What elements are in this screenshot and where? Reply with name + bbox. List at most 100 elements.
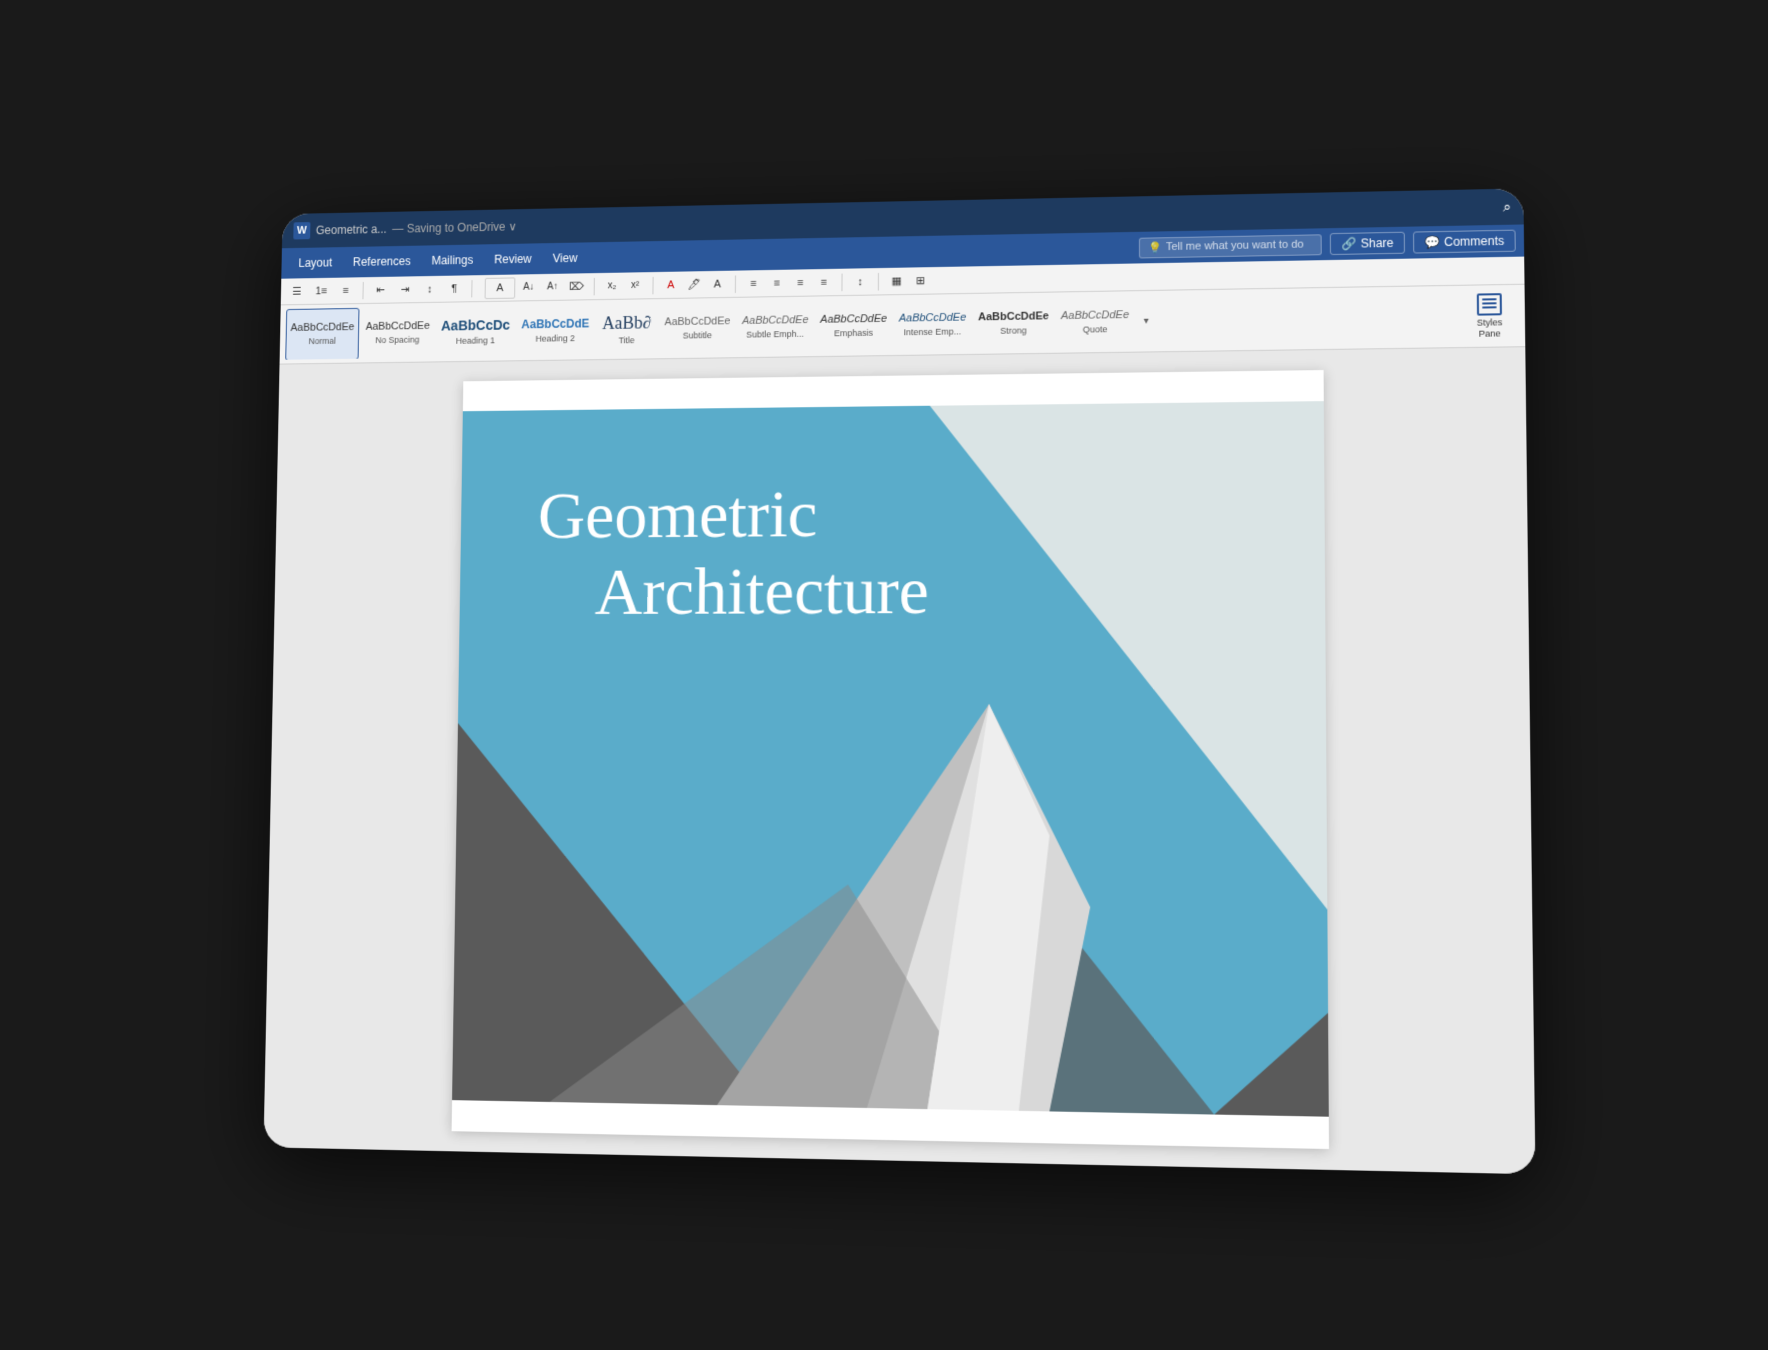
cover-title: Geometric Architecture bbox=[536, 474, 929, 630]
style-strong-preview: AaBbCcDdEe bbox=[978, 310, 1049, 324]
gallery-scroll-btn[interactable]: ▾ bbox=[1136, 294, 1156, 348]
title-bar-right: ⌕ bbox=[1503, 198, 1511, 215]
divider4 bbox=[652, 276, 653, 293]
align-left-btn[interactable]: ≡ bbox=[743, 273, 765, 295]
paragraph-btn[interactable]: ¶ bbox=[444, 278, 465, 299]
divider5 bbox=[735, 275, 736, 293]
tell-me-input[interactable]: 💡 Tell me what you want to do bbox=[1139, 234, 1322, 258]
word-icon: W bbox=[293, 222, 310, 239]
document-page: Geometric Architecture bbox=[452, 370, 1329, 1149]
align-group: ≡ ≡ ≡ ≡ bbox=[743, 271, 835, 294]
saving-status: — Saving to OneDrive ∨ bbox=[392, 220, 517, 236]
borders-btn[interactable]: ⊞ bbox=[909, 270, 931, 292]
device-frame: W Geometric a... — Saving to OneDrive ∨ … bbox=[263, 188, 1535, 1174]
style-heading1[interactable]: AaBbCcDc Heading 1 bbox=[436, 305, 515, 358]
divider1 bbox=[362, 282, 363, 299]
style-h2-preview: AaBbCcDdE bbox=[521, 317, 589, 332]
subscript-btn[interactable]: x₂ bbox=[601, 275, 622, 297]
style-strong-label: Strong bbox=[1000, 326, 1027, 336]
style-no-spacing[interactable]: AaBbCcDdEe No Spacing bbox=[360, 306, 435, 359]
shading-btn[interactable]: ▦ bbox=[886, 270, 908, 292]
title-line1: Geometric bbox=[537, 476, 817, 553]
style-emphasis-label: Emphasis bbox=[834, 328, 873, 338]
numbering-btn[interactable]: 1≡ bbox=[311, 280, 332, 301]
font-size-down[interactable]: A↓ bbox=[518, 277, 539, 299]
style-h1-preview: AaBbCcDc bbox=[441, 317, 510, 334]
multilevel-btn[interactable]: ≡ bbox=[335, 280, 356, 301]
divider3 bbox=[594, 277, 595, 294]
style-subtitle-label: Subtitle bbox=[683, 330, 712, 340]
superscript-btn[interactable]: x² bbox=[624, 275, 645, 297]
style-heading2[interactable]: AaBbCcDdE Heading 2 bbox=[516, 304, 594, 357]
menu-item-layout[interactable]: Layout bbox=[289, 252, 342, 274]
search-icon-title[interactable]: ⌕ bbox=[1503, 198, 1511, 215]
style-emphasis-preview: AaBbCcDdEe bbox=[820, 313, 887, 327]
tell-me-text: Tell me what you want to do bbox=[1166, 239, 1304, 253]
styles-pane-icon bbox=[1477, 293, 1502, 316]
lightbulb-icon: 💡 bbox=[1148, 241, 1162, 254]
style-strong[interactable]: AaBbCcDdEe Strong bbox=[973, 296, 1054, 350]
clear-format-btn[interactable]: ⌦ bbox=[566, 276, 587, 298]
font-size-input[interactable]: A bbox=[485, 277, 516, 299]
align-justify-btn[interactable]: ≡ bbox=[813, 271, 835, 293]
style-h1-label: Heading 1 bbox=[456, 335, 495, 345]
styles-pane-label: StylesPane bbox=[1477, 318, 1503, 340]
menu-item-review[interactable]: Review bbox=[484, 248, 541, 270]
comments-icon: 💬 bbox=[1424, 235, 1440, 249]
indent-decrease-btn[interactable]: ⇤ bbox=[370, 279, 391, 300]
spacing-group: ↕ bbox=[849, 271, 871, 293]
app-content: W Geometric a... — Saving to OneDrive ∨ … bbox=[263, 188, 1535, 1174]
title-bar-left: W Geometric a... — Saving to OneDrive ∨ bbox=[293, 218, 517, 240]
align-right-btn[interactable]: ≡ bbox=[789, 272, 811, 294]
style-nospace-preview: AaBbCcDdEe bbox=[365, 320, 429, 334]
text-format-group: x₂ x² bbox=[601, 275, 646, 297]
line-spacing-btn[interactable]: ↕ bbox=[849, 271, 871, 293]
style-nospace-label: No Spacing bbox=[375, 335, 419, 345]
menu-item-references[interactable]: References bbox=[343, 250, 420, 272]
style-intense-emp-label: Intense Emp... bbox=[904, 327, 962, 338]
style-quote-preview: AaBbCcDdEe bbox=[1061, 309, 1129, 323]
highlight-btn[interactable]: 🖊 bbox=[683, 274, 705, 296]
comments-button[interactable]: 💬 Comments bbox=[1413, 230, 1516, 254]
style-normal-label: Normal bbox=[308, 336, 335, 346]
menu-item-view[interactable]: View bbox=[543, 247, 587, 269]
style-title-label: Title bbox=[619, 336, 635, 346]
font-size-up[interactable]: A↑ bbox=[542, 276, 563, 298]
style-intense-emp-preview: AaBbCcDdEe bbox=[899, 312, 966, 326]
style-emphasis[interactable]: AaBbCcDdEe Emphasis bbox=[815, 299, 892, 353]
style-subtitle-preview: AaBbCcDdEe bbox=[664, 315, 730, 329]
shading-group: ▦ ⊞ bbox=[886, 270, 932, 292]
style-subtle-emp-preview: AaBbCcDdEe bbox=[742, 314, 808, 328]
style-normal[interactable]: AaBbCcDdEe Normal bbox=[285, 307, 359, 359]
text-highlight-btn[interactable]: A bbox=[707, 273, 729, 295]
style-h2-label: Heading 2 bbox=[535, 333, 574, 343]
style-quote[interactable]: AaBbCcDdEe Quote bbox=[1056, 295, 1134, 350]
title-line2: Architecture bbox=[594, 553, 929, 629]
style-subtle-emphasis[interactable]: AaBbCcDdEe Subtle Emph... bbox=[737, 300, 814, 354]
share-button[interactable]: 🔗 Share bbox=[1330, 232, 1405, 255]
styles-pane-button[interactable]: StylesPane bbox=[1460, 289, 1519, 344]
color-group: A 🖊 A bbox=[660, 273, 728, 296]
indent-increase-btn[interactable]: ⇥ bbox=[395, 279, 416, 300]
font-size-group: A A↓ A↑ ⌦ bbox=[485, 276, 588, 299]
cover-image: Geometric Architecture bbox=[452, 370, 1329, 1149]
divider2 bbox=[471, 280, 472, 297]
style-subtitle[interactable]: AaBbCcDdEe Subtitle bbox=[659, 301, 735, 355]
align-center-btn[interactable]: ≡ bbox=[766, 272, 788, 294]
font-color-btn[interactable]: A bbox=[660, 274, 682, 296]
doc-title: Geometric a... bbox=[316, 222, 387, 237]
document-area: Geometric Architecture bbox=[263, 347, 1535, 1174]
style-quote-label: Quote bbox=[1083, 324, 1108, 334]
sort-btn[interactable]: ↕ bbox=[419, 278, 440, 299]
bullet-list-btn[interactable]: ☰ bbox=[286, 281, 307, 302]
style-subtle-emp-label: Subtle Emph... bbox=[746, 329, 804, 340]
style-intense-emphasis[interactable]: AaBbCcDdEe Intense Emp... bbox=[894, 297, 971, 351]
divider7 bbox=[878, 272, 879, 290]
menu-item-mailings[interactable]: Mailings bbox=[422, 249, 483, 271]
menu-bar-right: 💡 Tell me what you want to do 🔗 Share 💬 … bbox=[1139, 230, 1516, 259]
divider6 bbox=[841, 273, 842, 291]
style-normal-preview: AaBbCcDdEe bbox=[290, 321, 354, 335]
style-title-preview: AaBb∂ bbox=[602, 312, 651, 334]
style-title[interactable]: AaBb∂ Title bbox=[596, 303, 658, 356]
share-icon: 🔗 bbox=[1341, 237, 1356, 251]
